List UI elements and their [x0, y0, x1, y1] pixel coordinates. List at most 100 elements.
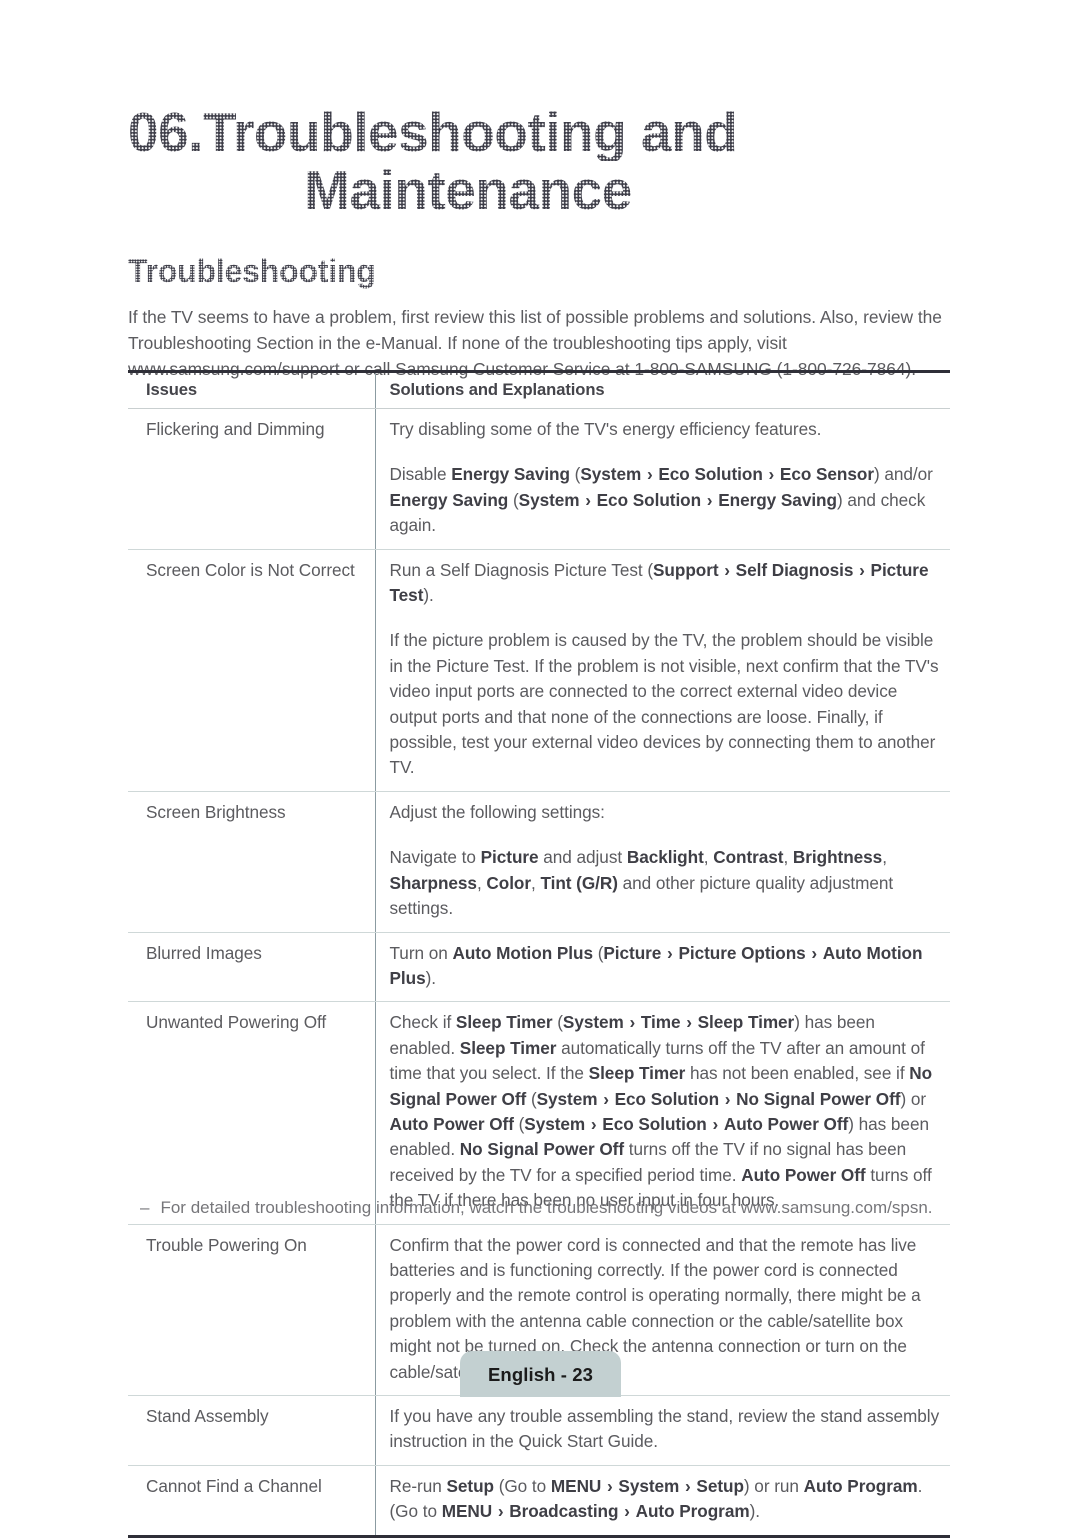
- table-row: Unwanted Powering Off Check if Sleep Time…: [128, 1001, 950, 1225]
- menu-term: Eco Solution: [602, 1113, 707, 1134]
- table-row: Flickering and Dimming Try disabling some…: [128, 408, 950, 550]
- text-run: ) or run: [743, 1475, 804, 1496]
- menu-term: System: [580, 464, 642, 485]
- text-run: (: [592, 942, 604, 963]
- text-run: ) and/or: [873, 464, 933, 485]
- footnote-dash-marker: –: [140, 1198, 150, 1217]
- text-run: ) or: [900, 1088, 927, 1109]
- menu-term: Brightness: [792, 847, 883, 868]
- menu-term: Broadcasting: [509, 1501, 619, 1522]
- menu-term: Support: [653, 559, 719, 580]
- text-run: ,: [476, 872, 487, 893]
- table-cell-solution: If you have any trouble assembling the s…: [374, 1395, 950, 1466]
- text-run: (Go to: [493, 1475, 551, 1496]
- text-run: Run a Self Diagnosis Picture Test (: [389, 559, 654, 580]
- table-cell-solution: Turn on Auto Motion Plus (Picture › Pict…: [374, 932, 950, 1003]
- path-arrow: ›: [707, 1113, 723, 1134]
- footnote-text: For detailed troubleshooting information…: [160, 1198, 933, 1217]
- manual-page: 06.Troubleshooting and Maintenance Troub…: [0, 0, 1080, 1538]
- table-cell-issue: Screen Brightness: [128, 791, 375, 933]
- solution-paragraph: Run a Self Diagnosis Picture Test (Suppo…: [390, 558, 945, 609]
- solution-paragraph: Adjust the following settings:: [390, 800, 945, 825]
- path-arrow: ›: [580, 489, 596, 510]
- table-row: Cannot Find a Channel Re-run Setup (Go to…: [128, 1465, 950, 1538]
- menu-term: Auto Program: [803, 1475, 918, 1496]
- menu-term: Backlight: [626, 847, 704, 868]
- menu-term: Energy Saving: [718, 489, 837, 510]
- menu-term: Setup: [446, 1475, 494, 1496]
- table-cell-solution: Re-run Setup (Go to MENU › System › Setu…: [374, 1465, 950, 1538]
- text-run: ,: [882, 847, 887, 868]
- solution-paragraph: If the picture problem is caused by the …: [390, 628, 945, 780]
- path-arrow: ›: [806, 942, 822, 963]
- menu-term: System: [618, 1475, 680, 1496]
- path-arrow: ›: [720, 1088, 736, 1109]
- menu-term: Picture: [480, 847, 539, 868]
- menu-term: Auto Motion Plus: [452, 942, 593, 963]
- path-arrow: ›: [602, 1475, 618, 1496]
- path-arrow: ›: [763, 464, 779, 485]
- text-run: Re-run: [389, 1475, 447, 1496]
- path-arrow: ›: [624, 1012, 640, 1033]
- page-footer-tab: English - 23: [460, 1351, 621, 1397]
- path-arrow: ›: [586, 1113, 602, 1134]
- page-number-label: English - 23: [487, 1364, 594, 1385]
- table-cell-solution: Adjust the following settings: Navigate t…: [374, 791, 950, 933]
- table-cell-solution: Run a Self Diagnosis Picture Test (Suppo…: [374, 549, 950, 792]
- table-cell-issue: Cannot Find a Channel: [128, 1465, 375, 1538]
- menu-term: Time: [640, 1012, 681, 1033]
- text-run: Turn on: [389, 942, 453, 963]
- menu-term: System: [518, 489, 580, 510]
- table-cell-issue: Screen Color is Not Correct: [128, 549, 375, 792]
- text-run: (: [569, 464, 581, 485]
- table-cell-solution: Check if Sleep Timer (System › Time › Sl…: [374, 1001, 950, 1225]
- solution-paragraph: Navigate to Picture and adjust Backlight…: [390, 845, 945, 921]
- path-arrow: ›: [702, 489, 718, 510]
- text-run: Navigate to: [389, 847, 481, 868]
- text-run: (: [526, 1088, 537, 1109]
- menu-term: Sleep Timer: [697, 1012, 795, 1033]
- menu-term: System: [524, 1113, 586, 1134]
- solution-paragraph: If you have any trouble assembling the s…: [390, 1404, 945, 1455]
- text-run: has not been enabled, see if: [685, 1063, 910, 1084]
- menu-term: Setup: [696, 1475, 744, 1496]
- menu-term: System: [562, 1012, 624, 1033]
- path-arrow: ›: [598, 1088, 614, 1109]
- menu-term: Self Diagnosis: [735, 559, 854, 580]
- menu-term: Auto Power Off: [741, 1164, 866, 1185]
- table-cell-issue: Unwanted Powering Off: [128, 1001, 375, 1225]
- menu-term: Sleep Timer: [588, 1063, 686, 1084]
- table-head: Issues Solutions and Explanations: [128, 370, 950, 409]
- text-run: ,: [783, 847, 793, 868]
- menu-term: Color: [486, 872, 532, 893]
- menu-term: No Signal Power Off: [459, 1139, 625, 1160]
- menu-term: Eco Sensor: [779, 464, 874, 485]
- menu-term: Eco Solution: [596, 489, 702, 510]
- menu-term: MENU: [441, 1501, 493, 1522]
- table-cell-issue: Flickering and Dimming: [128, 408, 375, 550]
- menu-term: MENU: [550, 1475, 602, 1496]
- path-arrow: ›: [619, 1501, 635, 1522]
- menu-term: No Signal Power Off: [736, 1088, 901, 1109]
- table-row: Stand Assembly If you have any trouble as…: [128, 1395, 950, 1466]
- menu-term: Contrast: [713, 847, 784, 868]
- chapter-title-line-2: Maintenance: [128, 161, 948, 220]
- table-cell-issue: Stand Assembly: [128, 1395, 375, 1466]
- path-arrow: ›: [719, 559, 735, 580]
- menu-term: Picture: [603, 942, 662, 963]
- solution-paragraph: Try disabling some of the TV's energy ef…: [390, 417, 945, 442]
- path-arrow: ›: [681, 1012, 697, 1033]
- text-run: and adjust: [538, 847, 627, 868]
- menu-term: Auto Power Off: [723, 1113, 849, 1134]
- path-arrow: ›: [662, 942, 678, 963]
- path-arrow: ›: [493, 1501, 509, 1522]
- table-cell-solution: Try disabling some of the TV's energy ef…: [374, 408, 950, 550]
- table-cell-issue: Trouble Powering On: [128, 1224, 375, 1397]
- text-run: Check if: [389, 1012, 456, 1033]
- menu-term: Sharpness: [389, 872, 477, 893]
- path-arrow: ›: [854, 559, 870, 580]
- table-row: Screen Color is Not Correct Run a Self Di…: [128, 549, 950, 792]
- table-row: Screen Brightness Adjust the following se…: [128, 791, 950, 933]
- path-arrow: ›: [680, 1475, 696, 1496]
- text-run: (: [513, 1113, 525, 1134]
